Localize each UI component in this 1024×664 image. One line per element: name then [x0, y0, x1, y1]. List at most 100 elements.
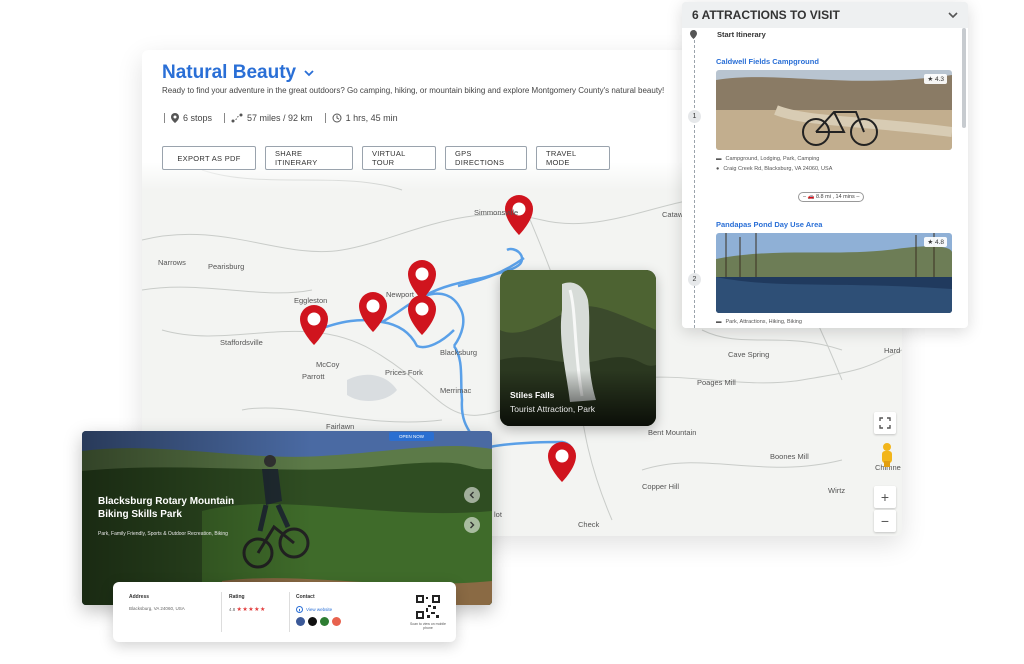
qr-code-icon [415, 594, 441, 620]
location-pin-icon [690, 30, 697, 39]
rating-label: Rating [229, 594, 245, 600]
itinerary-title-row[interactable]: Natural Beauty [162, 62, 314, 84]
export-pdf-button[interactable]: EXPORT AS PDF [162, 146, 256, 170]
next-arrow-button[interactable] [464, 517, 480, 533]
map-label: Bent Mountain [648, 428, 697, 437]
screen: Pearisburg Narrows Newport Eggleston Sta… [0, 0, 1024, 664]
location-pin-icon [171, 113, 179, 123]
map-label: Staffordsville [220, 338, 263, 347]
featured-place-tags: Park, Family Friendly, Sports & Outdoor … [98, 531, 228, 537]
map-label: Hard [884, 346, 901, 355]
rating-block: Rating 4.8 ★★★★★ [229, 594, 266, 613]
campground-bike-photo [716, 70, 952, 150]
clock-icon [332, 113, 342, 123]
address-block: Address Blacksburg, VA 24060, USA [129, 594, 185, 611]
fullscreen-icon [879, 417, 891, 429]
stop-1-address-text: Craig Creek Rd, Blacksburg, VA 24060, US… [723, 166, 833, 172]
qr-caption: Scan to view on mobile phone [410, 622, 446, 630]
pegman-icon [882, 443, 892, 467]
place-info-card: Address Blacksburg, VA 24060, USA Rating… [113, 582, 456, 642]
chevron-right-icon [470, 521, 475, 529]
street-view-pegman[interactable] [876, 440, 898, 470]
itinerary-header: Natural Beauty Ready to find your advent… [142, 50, 702, 190]
virtual-tour-button[interactable]: VIRTUAL TOUR [362, 146, 436, 170]
divider [221, 592, 222, 632]
panel-scrollbar[interactable] [962, 28, 966, 128]
email-icon[interactable] [320, 617, 329, 626]
stop-1-rating: ★ 4.3 [924, 74, 947, 84]
stop-1-tags-text: Campground, Lodging, Park, Camping [725, 156, 820, 162]
prev-arrow-button[interactable] [464, 487, 480, 503]
address-label: Address [129, 594, 150, 600]
stop-2-tags-text: Park, Attractions, Hiking, Biking [725, 319, 802, 325]
map-label: Poages Mill [697, 378, 736, 387]
featured-place-title: Blacksburg Rotary Mountain Biking Skills… [98, 496, 235, 520]
attractions-heading: 6 ATTRACTIONS TO VISIT [692, 8, 840, 22]
stop-2-name[interactable]: Pandapas Pond Day Use Area [716, 220, 822, 229]
rating-value: 4.8 [229, 607, 236, 612]
stop-1-name[interactable]: Caldwell Fields Campground [716, 57, 819, 66]
social-links [296, 617, 341, 626]
stop-2-rating: ★ 4.8 [924, 237, 947, 247]
rating-stars: ★★★★★ [236, 607, 266, 613]
start-itinerary-label: Start Itinerary [717, 30, 766, 39]
fullscreen-button[interactable] [874, 412, 896, 434]
attractions-panel-header[interactable]: 6 ATTRACTIONS TO VISIT [682, 2, 968, 28]
attractions-panel: 6 ATTRACTIONS TO VISIT Start Itinerary C… [682, 2, 968, 328]
info-icon [296, 606, 303, 613]
stop-1-rating-value: 4.3 [934, 76, 944, 83]
map-pin-5 [300, 305, 328, 345]
stop-1-number: 1 [688, 110, 701, 123]
attractions-list[interactable]: Start Itinerary Caldwell Fields Campgrou… [682, 28, 968, 328]
stat-stops: 6 stops [164, 113, 212, 123]
divider [289, 592, 290, 632]
rating-row: 4.8 ★★★★★ [229, 606, 266, 613]
map-pin-6 [548, 442, 576, 482]
stops-count: 6 stops [183, 113, 213, 123]
stop-1-tags: ▬ Campground, Lodging, Park, Camping [716, 156, 819, 162]
share-itinerary-button[interactable]: SHARE ITINERARY [265, 146, 353, 170]
distance-value: 57 miles / 92 km [247, 113, 313, 123]
stop-2-tags: ▬ Park, Attractions, Hiking, Biking [716, 319, 802, 325]
tag-icon: ▬ [716, 319, 722, 325]
itinerary-stats: 6 stops 57 miles / 92 km 1 hrs, 45 min [164, 113, 398, 123]
map-label: Copper Hill [642, 482, 680, 491]
place-tooltip-card[interactable]: Stiles Falls Tourist Attraction, Park [500, 270, 656, 426]
stat-distance: 57 miles / 92 km [224, 113, 313, 123]
itinerary-actions: EXPORT AS PDF SHARE ITINERARY VIRTUAL TO… [162, 146, 610, 170]
map-label: Fairlawn [326, 422, 355, 431]
duration-value: 1 hrs, 45 min [345, 113, 398, 123]
zoom-in-button[interactable]: + [874, 486, 896, 508]
waterfall-photo [500, 270, 656, 426]
map-label: Merrimac [440, 386, 472, 395]
featured-place-card[interactable]: OPEN NOW Blacksburg Rotary Mountain Biki… [82, 431, 492, 605]
map-pin-4 [408, 295, 436, 335]
phone-icon[interactable] [332, 617, 341, 626]
map-label: lot [494, 510, 502, 519]
gps-directions-button[interactable]: GPS DIRECTIONS [445, 146, 527, 170]
stop-2-rating-value: 4.8 [934, 239, 944, 246]
map-label: Wirtz [828, 486, 846, 495]
map-label: Newport [386, 290, 414, 299]
website-link[interactable]: View website [296, 606, 341, 613]
facebook-icon[interactable] [296, 617, 305, 626]
stop-2-photo[interactable]: ★ 4.8 [716, 233, 952, 313]
start-itinerary[interactable]: Start Itinerary [690, 30, 766, 39]
zoom-out-button[interactable]: − [874, 510, 896, 532]
map-label: Narrows [158, 258, 186, 267]
address-value: Blacksburg, VA 24060, USA [129, 606, 185, 611]
tag-icon: ▬ [716, 156, 722, 162]
tooltip-place-name: Stiles Falls [510, 390, 555, 400]
x-twitter-icon[interactable] [308, 617, 317, 626]
chevron-left-icon [469, 491, 474, 499]
chevron-down-icon[interactable] [948, 11, 958, 19]
travel-mode-button[interactable]: TRAVEL MODE [536, 146, 610, 170]
stop-1-photo[interactable]: ★ 4.3 [716, 70, 952, 150]
stat-duration: 1 hrs, 45 min [324, 113, 398, 123]
distance-chip-text: 8.8 mi , 14 mins [815, 194, 855, 200]
itinerary-title: Natural Beauty [162, 62, 297, 83]
map-label: Eggleston [294, 296, 328, 305]
chevron-down-icon[interactable] [304, 69, 314, 77]
map-label: Parrott [302, 372, 325, 381]
pond-photo [716, 233, 952, 313]
